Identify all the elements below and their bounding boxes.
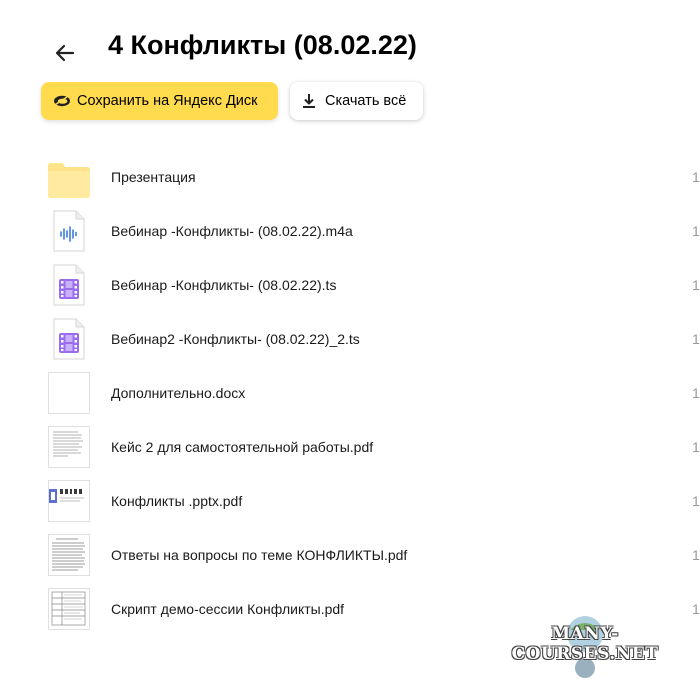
list-item[interactable]: Презентация 1 [0,150,700,204]
file-date: 1 [692,601,700,617]
pdf-thumbnail-icon [48,534,90,576]
file-name: Дополнительно.docx [111,385,246,401]
file-date: 1 [692,439,700,455]
arrow-left-icon [55,44,75,62]
file-date: 1 [692,277,700,293]
page-header: 4 Конфликты (08.02.22) [0,0,700,80]
save-button-label: Сохранить на Яндекс Диск [77,93,258,109]
list-item[interactable]: Кейс 2 для самостоятельной работы.pdf 1 [0,420,700,474]
audio-file-icon [48,210,90,252]
pdf-thumbnail-icon [48,588,90,630]
back-button[interactable] [50,38,80,68]
watermark: MANY-COURSES.NET [478,610,692,686]
pdf-thumbnail-icon [48,426,90,468]
list-item[interactable]: Ответы на вопросы по теме КОНФЛИКТЫ.pdf … [0,528,700,582]
file-name: Конфликты .pptx.pdf [111,493,243,509]
file-date: 1 [692,169,700,185]
file-name: Ответы на вопросы по теме КОНФЛИКТЫ.pdf [111,547,408,563]
yandex-disk-icon [53,94,71,108]
folder-icon [48,156,90,198]
file-name: Вебинар -Конфликты- (08.02.22).m4a [111,223,353,239]
video-file-icon [48,264,90,306]
watermark-text: MANY-COURSES.NET [511,624,659,664]
document-thumbnail-icon [48,372,90,414]
video-file-icon [48,318,90,360]
list-item[interactable]: Вебинар -Конфликты- (08.02.22).ts 1 [0,258,700,312]
save-to-yandex-disk-button[interactable]: Сохранить на Яндекс Диск [41,82,278,120]
pdf-thumbnail-icon [48,480,90,522]
list-item[interactable]: Дополнительно.docx 1 [0,366,700,420]
file-date: 1 [692,493,700,509]
file-date: 1 [692,223,700,239]
file-date: 1 [692,547,700,563]
download-all-button[interactable]: Скачать всё [290,82,423,120]
file-date: 1 [692,331,700,347]
file-date: 1 [692,385,700,401]
list-item[interactable]: Конфликты .pptx.pdf 1 [0,474,700,528]
file-name: Презентация [111,169,196,185]
page-title: 4 Конфликты (08.02.22) [108,30,417,60]
file-name: Скрипт демо-сессии Конфликты.pdf [111,601,345,617]
download-icon [302,93,316,109]
file-name: Кейс 2 для самостоятельной работы.pdf [111,439,374,455]
download-button-label: Скачать всё [325,93,407,109]
list-item[interactable]: Вебинар -Конфликты- (08.02.22).m4a 1 [0,204,700,258]
file-name: Вебинар2 -Конфликты- (08.02.22)_2.ts [111,331,360,347]
file-name: Вебинар -Конфликты- (08.02.22).ts [111,277,337,293]
list-item[interactable]: Вебинар2 -Конфликты- (08.02.22)_2.ts 1 [0,312,700,366]
